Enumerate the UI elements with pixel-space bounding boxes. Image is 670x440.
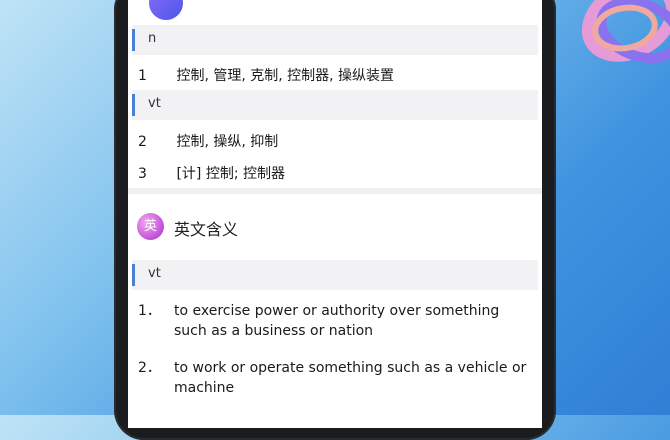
pos-label: vt — [148, 266, 161, 281]
english-definition-row: 2． to work or operate something such as … — [138, 358, 538, 400]
definition-number: 1． — [138, 303, 161, 319]
phone-frame: n 1 控制, 管理, 克制, 控制器, 操纵装置 vt 2 控制, 操纵, 抑… — [114, 0, 556, 440]
pos-header-n: n — [132, 25, 538, 55]
definition-text: 控制, 操纵, 抑制 — [176, 134, 279, 150]
section-logo-icon — [149, 0, 183, 20]
pos-header-vt: vt — [132, 90, 538, 120]
definition-number: 3 — [138, 166, 147, 182]
english-badge-icon: 英 — [137, 213, 164, 240]
definition-text: 控制, 管理, 克制, 控制器, 操纵装置 — [176, 68, 395, 84]
pos-accent-bar — [132, 94, 135, 116]
definition-row: 1 控制, 管理, 克制, 控制器, 操纵装置 — [138, 65, 394, 85]
definition-text: to work or operate something such as a v… — [174, 360, 527, 396]
dictionary-screen: n 1 控制, 管理, 克制, 控制器, 操纵装置 vt 2 控制, 操纵, 抑… — [128, 0, 542, 428]
definition-row: 2 控制, 操纵, 抑制 — [138, 131, 278, 151]
pos-header-vt-english: vt — [132, 260, 538, 290]
definition-text: [计] 控制; 控制器 — [176, 166, 285, 182]
pos-accent-bar — [132, 264, 135, 286]
definition-row: 3 [计] 控制; 控制器 — [138, 163, 285, 183]
definition-number: 2． — [138, 360, 161, 376]
pos-label: vt — [148, 96, 161, 111]
definition-text: to exercise power or authority over some… — [174, 303, 500, 339]
definition-number: 1 — [138, 68, 147, 84]
pos-accent-bar — [132, 29, 135, 51]
definition-number: 2 — [138, 134, 147, 150]
pos-label: n — [148, 31, 157, 46]
decorative-swirl-graphic — [581, 0, 670, 64]
english-section-title: 英文含义 — [174, 220, 239, 239]
english-definition-row: 1． to exercise power or authority over s… — [138, 301, 538, 343]
section-divider — [128, 188, 542, 194]
